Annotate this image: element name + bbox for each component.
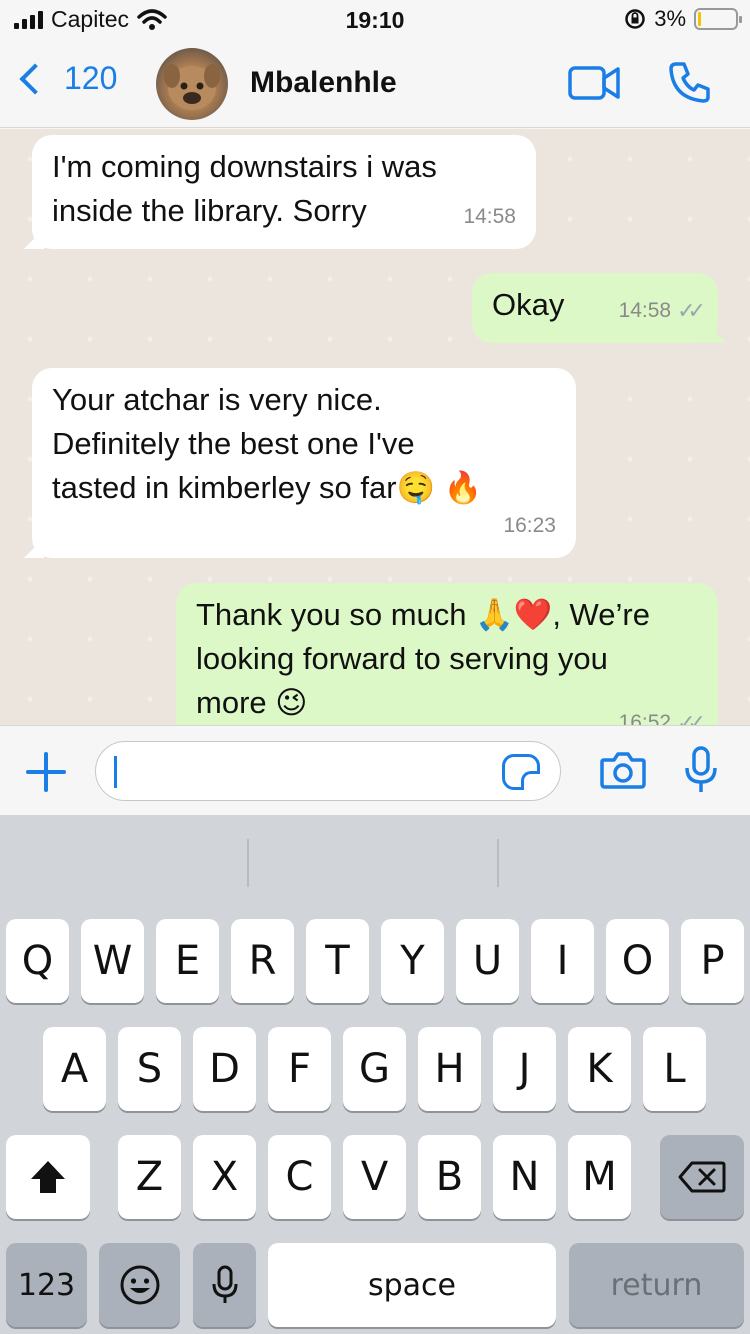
unread-count: 120 (64, 60, 118, 96)
key-r[interactable]: R (231, 919, 294, 1003)
key-w[interactable]: W (81, 919, 144, 1003)
message-list[interactable]: I'm coming downstairs i was inside the l… (0, 129, 750, 725)
key-i[interactable]: I (531, 919, 594, 1003)
key-k[interactable]: K (568, 1027, 631, 1111)
dictation-mic-icon (212, 1265, 237, 1303)
dictation-key[interactable] (193, 1243, 256, 1327)
sticker-icon[interactable] (502, 754, 540, 790)
message-text-line: looking forward to serving you (196, 641, 608, 676)
message-time: 16:23 (503, 514, 556, 537)
message-outgoing[interactable]: Thank you so much 🙏❤️, We’re looking for… (176, 583, 718, 725)
battery-percent: 3% (654, 6, 686, 31)
key-y[interactable]: Y (381, 919, 444, 1003)
emoji-key[interactable] (99, 1243, 180, 1327)
suggestion-divider (497, 839, 499, 887)
message-incoming[interactable]: Your atchar is very nice. Definitely the… (24, 368, 576, 558)
camera-icon[interactable] (600, 750, 646, 790)
message-text-line: inside the library. Sorry (52, 193, 367, 228)
key-e[interactable]: E (156, 919, 219, 1003)
read-ticks-icon: ✓✓ (677, 298, 706, 323)
message-text-line: Definitely the best one I've (52, 426, 415, 461)
key-h[interactable]: H (418, 1027, 481, 1111)
video-call-icon[interactable] (568, 64, 620, 102)
suggestion-bar[interactable] (0, 815, 750, 911)
key-q[interactable]: Q (6, 919, 69, 1003)
return-key[interactable]: return (569, 1243, 744, 1327)
numbers-key[interactable]: 123 (6, 1243, 87, 1327)
key-g[interactable]: G (343, 1027, 406, 1111)
read-ticks-icon: ✓✓ (677, 710, 706, 725)
key-o[interactable]: O (606, 919, 669, 1003)
key-m[interactable]: M (568, 1135, 631, 1219)
backspace-icon (678, 1161, 726, 1193)
key-d[interactable]: D (193, 1027, 256, 1111)
key-f[interactable]: F (268, 1027, 331, 1111)
microphone-icon[interactable] (684, 746, 718, 794)
backspace-key[interactable] (660, 1135, 744, 1219)
message-outgoing[interactable]: Okay 14:58 ✓✓ (472, 273, 726, 343)
text-cursor (114, 756, 117, 788)
keyboard: Q W E R T Y U I O P A S D F G H J K L Z … (0, 815, 750, 1334)
key-n[interactable]: N (493, 1135, 556, 1219)
message-time: 16:52 ✓✓ (619, 701, 706, 725)
shift-key[interactable] (6, 1135, 90, 1219)
composer-bar (0, 725, 750, 815)
key-z[interactable]: Z (118, 1135, 181, 1219)
space-key[interactable]: space (268, 1243, 556, 1327)
key-p[interactable]: P (681, 919, 744, 1003)
message-incoming[interactable]: I'm coming downstairs i was inside the l… (24, 135, 536, 249)
contact-avatar[interactable] (156, 48, 228, 120)
suggestion-divider (247, 839, 249, 887)
contact-name[interactable]: Mbalenhle (250, 66, 397, 100)
message-text-line: tasted in kimberley so far🤤 🔥 (52, 470, 483, 505)
key-u[interactable]: U (456, 919, 519, 1003)
orientation-lock-icon (625, 9, 645, 29)
phone-call-icon[interactable] (668, 60, 712, 104)
chat-header: 120 Mbalenhle (0, 40, 750, 128)
message-text-line: Your atchar is very nice. (52, 382, 382, 417)
status-right: 3% (624, 6, 742, 32)
key-b[interactable]: B (418, 1135, 481, 1219)
shift-icon (31, 1161, 65, 1193)
avatar-image (164, 64, 220, 110)
key-j[interactable]: J (493, 1027, 556, 1111)
key-c[interactable]: C (268, 1135, 331, 1219)
message-input[interactable] (95, 741, 561, 801)
key-x[interactable]: X (193, 1135, 256, 1219)
emoji-icon (120, 1265, 159, 1305)
message-text-line: I'm coming downstairs i was (52, 149, 437, 184)
key-t[interactable]: T (306, 919, 369, 1003)
key-l[interactable]: L (643, 1027, 706, 1111)
back-chevron-icon (19, 62, 51, 95)
message-time: 14:58 (463, 205, 516, 228)
status-bar: Capitec 19:10 3% (0, 0, 750, 40)
back-button[interactable]: 120 (16, 60, 117, 97)
key-v[interactable]: V (343, 1135, 406, 1219)
key-s[interactable]: S (118, 1027, 181, 1111)
plus-icon[interactable] (26, 752, 66, 792)
message-text-line: Thank you so much 🙏❤️, We’re (196, 597, 650, 632)
key-a[interactable]: A (43, 1027, 106, 1111)
battery-icon (694, 8, 742, 30)
message-time: 14:58 ✓✓ (619, 289, 706, 333)
